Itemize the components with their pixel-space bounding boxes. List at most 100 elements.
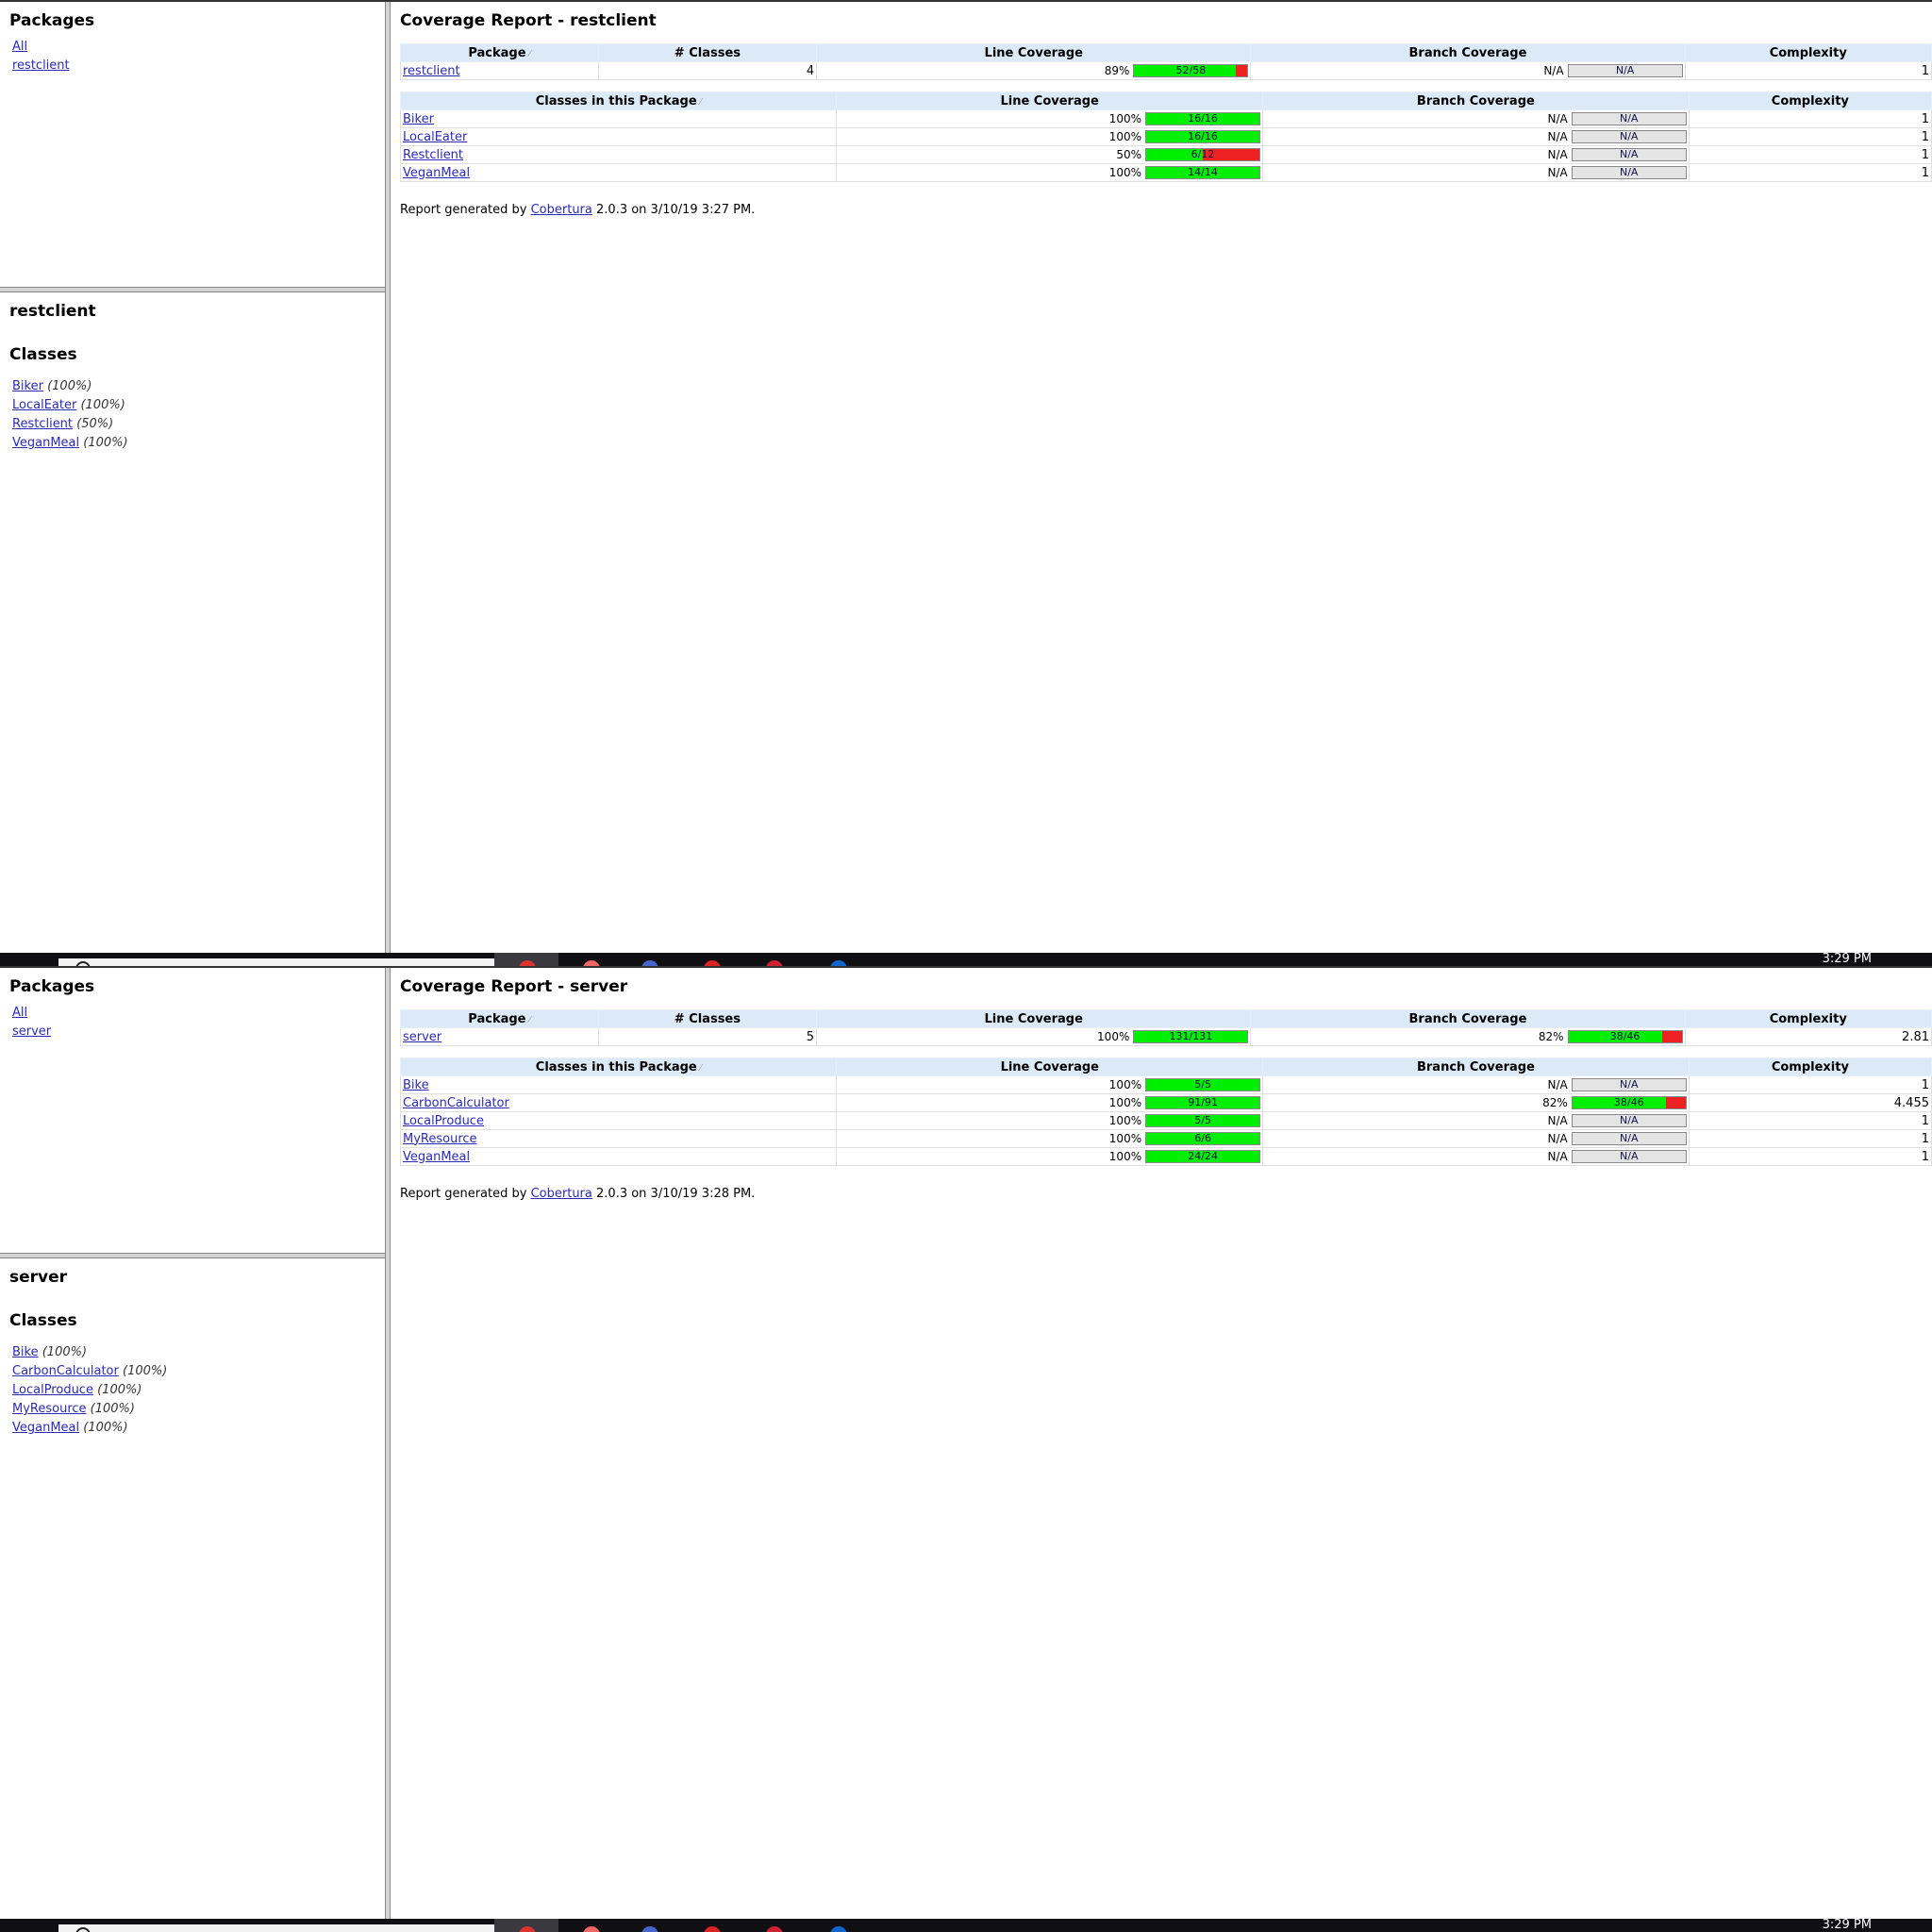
column-header[interactable]: # Classes bbox=[597, 1009, 818, 1028]
column-header[interactable]: Package ⁄ bbox=[400, 43, 599, 62]
package-name-heading: restclient bbox=[9, 302, 96, 321]
branch-coverage-percent: N/A bbox=[1547, 148, 1568, 161]
class-list-item: LocalProduce (100%) bbox=[9, 1381, 375, 1400]
coverage-fraction-label: N/A bbox=[1620, 1132, 1639, 1144]
taskbar-search-box[interactable] bbox=[58, 958, 494, 966]
column-header[interactable]: Package ⁄ bbox=[400, 1009, 599, 1028]
class-link[interactable]: LocalProduce bbox=[12, 1383, 93, 1397]
taskbar-app-icon[interactable] bbox=[583, 1926, 600, 1932]
package-list: All server bbox=[9, 1004, 375, 1041]
branch-coverage-bar: N/A bbox=[1571, 1078, 1687, 1091]
class-link[interactable]: VeganMeal bbox=[403, 1150, 470, 1164]
class-link[interactable]: CarbonCalculator bbox=[12, 1364, 119, 1378]
coverage-fraction-label: 16/16 bbox=[1188, 112, 1218, 125]
branch-coverage-bar: N/A bbox=[1571, 1132, 1687, 1145]
taskbar-app-icon[interactable] bbox=[704, 1926, 721, 1932]
class-link[interactable]: MyResource bbox=[403, 1132, 477, 1146]
line-coverage-bar: 16/16 bbox=[1145, 130, 1261, 143]
taskbar-clock[interactable]: 3:29 PM bbox=[1823, 1919, 1872, 1932]
package-link[interactable]: All bbox=[12, 1006, 27, 1020]
column-header-label: Classes in this Package bbox=[535, 1059, 697, 1074]
coverage-fraction-label: N/A bbox=[1620, 1150, 1639, 1162]
table-row: VeganMeal 100% 14/14 N/A N/A 1 bbox=[399, 163, 1932, 182]
class-list: Bike (100%) CarbonCalculator (100%) LocalP… bbox=[9, 1343, 375, 1438]
branch-coverage-percent: 82% bbox=[1542, 1096, 1568, 1109]
class-coverage-percent: (100%) bbox=[83, 436, 128, 450]
column-header[interactable]: Line Coverage bbox=[836, 1058, 1264, 1076]
class-list-item: LocalEater (100%) bbox=[9, 396, 375, 415]
line-coverage-percent: 100% bbox=[1097, 1030, 1130, 1043]
column-header[interactable]: Classes in this Package ⁄ bbox=[399, 1058, 838, 1076]
line-coverage-bar: 5/5 bbox=[1145, 1114, 1261, 1127]
column-header[interactable]: # Classes bbox=[597, 43, 818, 62]
coverage-fraction-label: 38/46 bbox=[1609, 1030, 1641, 1042]
browser-window: Packages All server server Classes Bike (100%… bbox=[0, 966, 1932, 1932]
cobertura-link[interactable]: Cobertura bbox=[531, 1187, 592, 1201]
coverage-fraction-label: 52/58 bbox=[1175, 64, 1207, 76]
line-coverage-percent: 100% bbox=[1108, 1114, 1142, 1127]
complexity-value: 1 bbox=[1688, 127, 1932, 146]
report-frame[interactable]: Coverage Report - server Package ⁄ # Class… bbox=[391, 968, 1932, 1919]
branch-coverage-bar: 38/46 bbox=[1567, 1030, 1683, 1043]
column-header[interactable]: Complexity bbox=[1684, 1009, 1932, 1028]
column-header[interactable]: Line Coverage bbox=[816, 43, 1252, 62]
line-coverage-bar: 131/131 bbox=[1133, 1030, 1249, 1043]
package-link[interactable]: restclient bbox=[403, 64, 460, 78]
table-header-row: Package ⁄ # Classes Line Coverage Branch Co… bbox=[400, 1009, 1932, 1028]
column-header[interactable]: Complexity bbox=[1688, 1058, 1932, 1076]
package-link[interactable]: server bbox=[403, 1030, 441, 1044]
class-link[interactable]: VeganMeal bbox=[12, 436, 79, 450]
column-header[interactable]: Line Coverage bbox=[836, 92, 1264, 110]
table-row: LocalProduce 100% 5/5 N/A N/A 1 bbox=[399, 1111, 1932, 1130]
taskbar-search-box[interactable] bbox=[58, 1924, 494, 1932]
class-list-item: VeganMeal (100%) bbox=[9, 1419, 375, 1438]
column-header[interactable]: Branch Coverage bbox=[1262, 1058, 1690, 1076]
taskbar-app-icon[interactable] bbox=[830, 1926, 847, 1932]
class-link[interactable]: MyResource bbox=[12, 1402, 87, 1416]
classes-frame[interactable]: restclient Classes Biker (100%) LocalEater … bbox=[0, 292, 385, 953]
line-coverage-percent: 89% bbox=[1104, 64, 1130, 77]
package-link[interactable]: restclient bbox=[12, 58, 70, 73]
column-header[interactable]: Complexity bbox=[1688, 92, 1932, 110]
class-coverage-percent: (100%) bbox=[90, 1402, 135, 1416]
column-header[interactable]: Complexity bbox=[1684, 43, 1932, 62]
packages-frame[interactable]: Packages All restclient bbox=[0, 2, 385, 287]
column-header[interactable]: Branch Coverage bbox=[1250, 1009, 1686, 1028]
column-header-label: Complexity bbox=[1771, 93, 1849, 108]
taskbar-app-icon[interactable] bbox=[641, 1926, 658, 1932]
line-coverage-percent: 100% bbox=[1108, 1096, 1142, 1109]
column-header[interactable]: Classes in this Package ⁄ bbox=[399, 92, 838, 110]
class-link[interactable]: LocalEater bbox=[403, 130, 467, 144]
branch-coverage-bar: N/A bbox=[1571, 148, 1687, 161]
taskbar-app-icon[interactable] bbox=[766, 1926, 783, 1932]
classes-frame[interactable]: server Classes Bike (100%) CarbonCalculator… bbox=[0, 1258, 385, 1919]
class-link[interactable]: Biker bbox=[403, 112, 434, 126]
packages-frame[interactable]: Packages All server bbox=[0, 968, 385, 1253]
class-link[interactable]: VeganMeal bbox=[12, 1421, 79, 1435]
package-link[interactable]: server bbox=[12, 1024, 51, 1039]
coverage-fraction-label: N/A bbox=[1620, 1078, 1639, 1091]
class-link[interactable]: VeganMeal bbox=[403, 166, 470, 180]
coverage-fraction-label: 131/131 bbox=[1169, 1030, 1213, 1042]
line-coverage-percent: 100% bbox=[1108, 1078, 1142, 1091]
coverage-fraction-label: 6/6 bbox=[1194, 1132, 1211, 1144]
class-link[interactable]: Restclient bbox=[12, 417, 73, 431]
class-link[interactable]: Biker bbox=[12, 379, 43, 393]
class-link[interactable]: LocalEater bbox=[12, 398, 76, 412]
class-link[interactable]: Bike bbox=[12, 1345, 39, 1359]
class-link[interactable]: CarbonCalculator bbox=[403, 1096, 509, 1110]
taskbar-clock[interactable]: 3:29 PM bbox=[1823, 953, 1872, 966]
report-frame[interactable]: Coverage Report - restclient Package ⁄ # C… bbox=[391, 2, 1932, 953]
column-header[interactable]: Branch Coverage bbox=[1262, 92, 1690, 110]
class-link[interactable]: Bike bbox=[403, 1078, 429, 1092]
column-header[interactable]: Branch Coverage bbox=[1250, 43, 1686, 62]
cobertura-link[interactable]: Cobertura bbox=[531, 203, 592, 217]
table-row: VeganMeal 100% 24/24 N/A N/A 1 bbox=[399, 1147, 1932, 1166]
column-header[interactable]: Line Coverage bbox=[816, 1009, 1252, 1028]
class-link[interactable]: LocalProduce bbox=[403, 1114, 484, 1128]
branch-coverage-percent: N/A bbox=[1547, 130, 1568, 143]
package-link[interactable]: All bbox=[12, 40, 27, 54]
class-list-item: MyResource (100%) bbox=[9, 1400, 375, 1419]
class-link[interactable]: Restclient bbox=[403, 148, 463, 162]
column-header-label: Line Coverage bbox=[984, 45, 1083, 60]
